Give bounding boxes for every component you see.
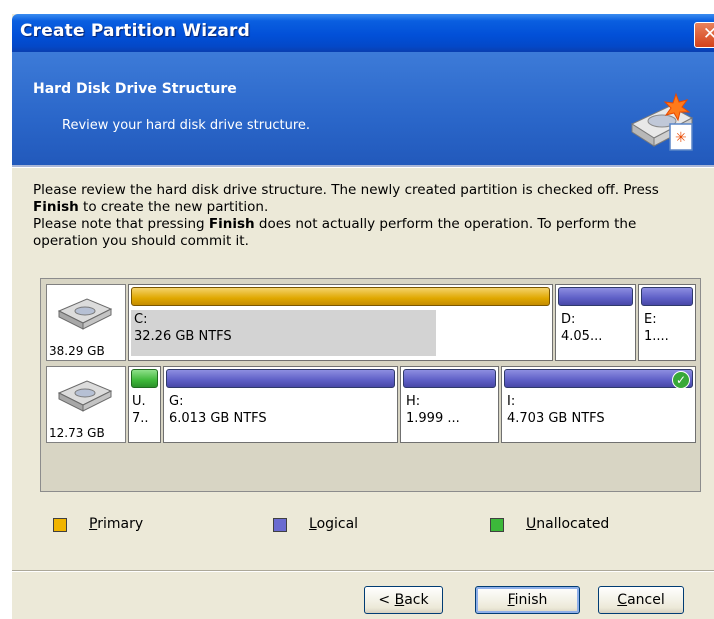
logical-bar [166, 369, 395, 388]
logical-swatch [273, 518, 287, 532]
partition-i[interactable]: ✓ I: 4.703 GB NTFS [501, 366, 696, 443]
partition-g[interactable]: G: 6.013 GB NTFS [163, 366, 398, 443]
disk-2-icon-box[interactable]: 12.73 GB [46, 366, 126, 443]
wizard-header: Hard Disk Drive Structure Review your ha… [12, 52, 714, 165]
hard-disk-icon [57, 298, 113, 330]
legend-logical-label: Logical [309, 516, 359, 532]
disk-row-1: 38.29 GB C: 32.26 GB NTFS D: 4.05... E: 1..… [41, 279, 700, 365]
cancel-button[interactable]: Cancel [598, 586, 684, 614]
disk-row-2: 12.73 GB U. 7.. G: 6.013 GB NTFS H: 1.999 .… [41, 361, 700, 447]
header-title: Hard Disk Drive Structure [33, 81, 237, 97]
primary-swatch [53, 518, 67, 532]
unallocated-bar [131, 369, 158, 388]
partition-h[interactable]: H: 1.999 ... [400, 366, 499, 443]
disk-wizard-icon: ✳ [626, 88, 698, 158]
legend-unallocated-label: Unallocated [526, 516, 610, 532]
back-button[interactable]: < Back [364, 586, 443, 614]
partition-i-label: I: 4.703 GB NTFS [507, 394, 605, 426]
disk-structure-panel: 38.29 GB C: 32.26 GB NTFS D: 4.05... E: 1..… [40, 278, 701, 492]
window-title: Create Partition Wizard [20, 21, 250, 41]
partition-c[interactable]: C: 32.26 GB NTFS [128, 284, 553, 361]
partition-e-label: E: 1.... [644, 312, 669, 344]
partition-d-label: D: 4.05... [561, 312, 603, 344]
description-para-2: Please note that pressing Finish does no… [33, 216, 637, 249]
checkmark-icon: ✓ [672, 371, 690, 389]
partition-unallocated[interactable]: U. 7.. [128, 366, 161, 443]
disk-2-size: 12.73 GB [49, 426, 105, 440]
description-para-1: Please review the hard disk drive struct… [33, 182, 659, 215]
partition-c-label: C: 32.26 GB NTFS [134, 312, 232, 344]
header-divider [12, 165, 714, 168]
partition-h-label: H: 1.999 ... [406, 394, 460, 426]
logical-bar [403, 369, 496, 388]
disk-1-size: 38.29 GB [49, 344, 105, 358]
unallocated-swatch [490, 518, 504, 532]
partition-g-label: G: 6.013 GB NTFS [169, 394, 267, 426]
partition-e[interactable]: E: 1.... [638, 284, 696, 361]
hard-disk-icon [57, 380, 113, 412]
svg-text:✳: ✳ [675, 130, 687, 146]
partition-u-label: U. 7.. [132, 394, 149, 426]
partition-d[interactable]: D: 4.05... [555, 284, 636, 361]
logical-bar [558, 287, 633, 306]
finish-button[interactable]: Finish [475, 586, 580, 614]
primary-bar [131, 287, 550, 306]
disk-1-icon-box[interactable]: 38.29 GB [46, 284, 126, 361]
wizard-window: Create Partition Wizard ✕ Hard Disk Driv… [12, 14, 714, 619]
logical-bar: ✓ [504, 369, 693, 389]
description-text: Please review the hard disk drive struct… [33, 182, 698, 250]
title-bar: Create Partition Wizard ✕ [12, 14, 714, 52]
close-button[interactable]: ✕ [694, 22, 714, 48]
logical-bar [641, 287, 693, 306]
legend-primary-label: Primary [89, 516, 144, 532]
footer-divider [12, 570, 714, 572]
header-subtitle: Review your hard disk drive structure. [62, 118, 311, 133]
